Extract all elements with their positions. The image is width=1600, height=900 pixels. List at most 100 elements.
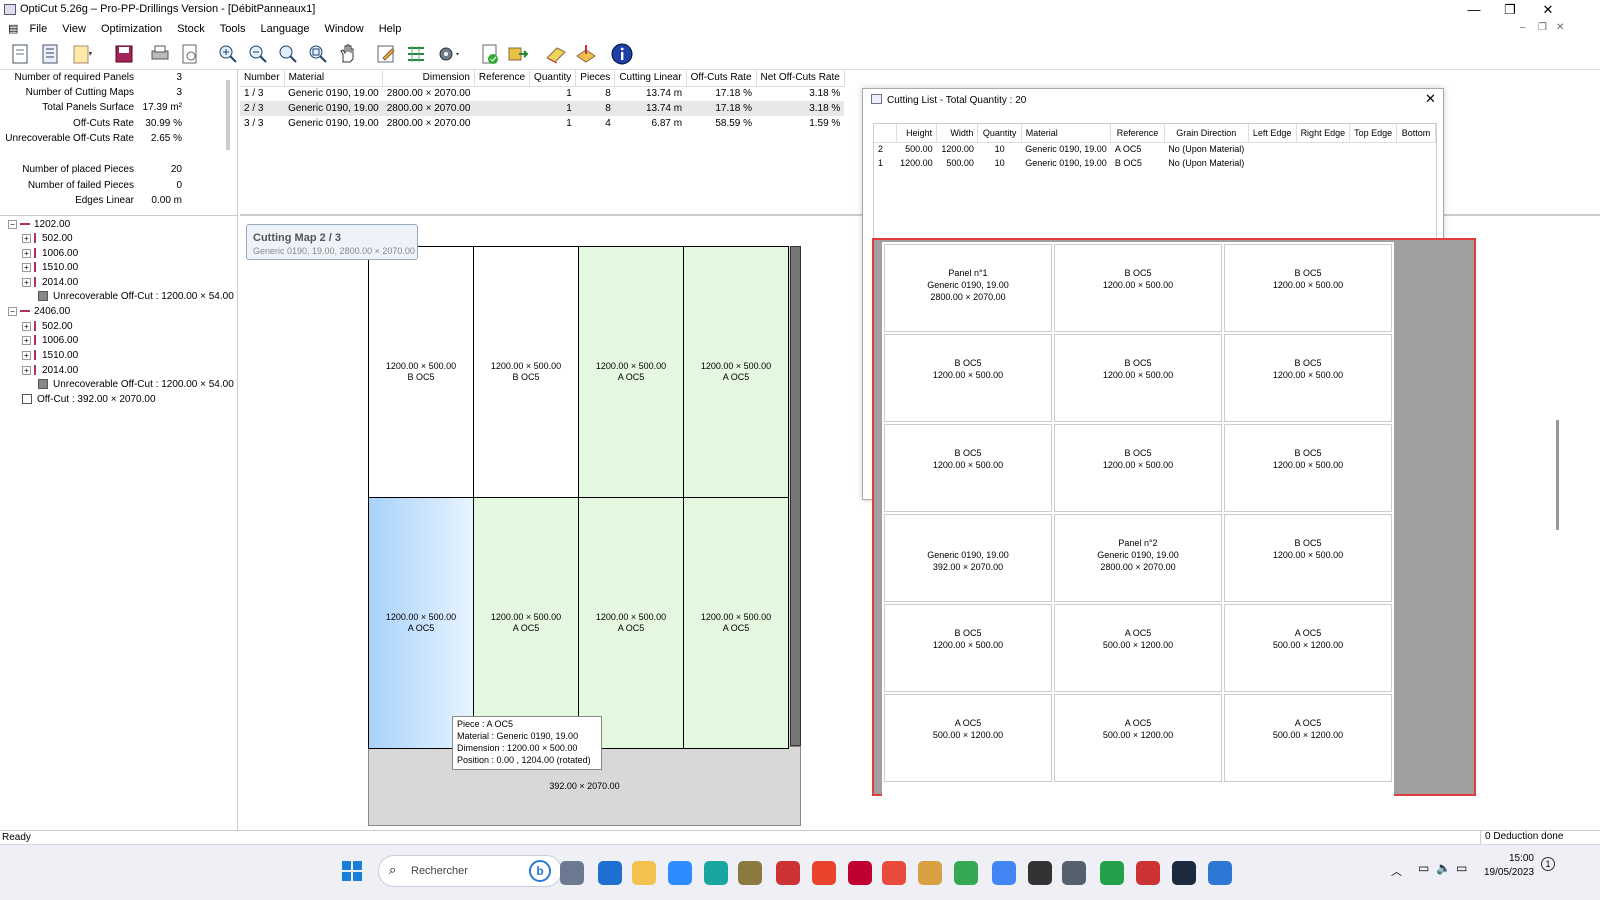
expand-icon[interactable]: + xyxy=(22,365,31,375)
target-app-icon[interactable] xyxy=(1028,861,1052,885)
files-app-icon[interactable] xyxy=(632,861,656,885)
zoom-app-icon[interactable] xyxy=(668,861,692,885)
print-icon[interactable] xyxy=(148,42,172,66)
menu-tools[interactable]: Tools xyxy=(214,20,252,38)
col-offcuts-rate[interactable]: Off-Cuts Rate xyxy=(686,70,757,87)
clock-date[interactable]: 19/05/2023 xyxy=(1484,867,1534,878)
mdi-minimize-icon[interactable]: – xyxy=(1520,22,1526,33)
tree-node[interactable]: +1510.00 xyxy=(22,261,78,275)
col-right-edge[interactable]: Right Edge xyxy=(1296,124,1351,143)
piece-label[interactable]: B OC5 1200.00 × 500.00 xyxy=(1224,424,1392,512)
col-index[interactable] xyxy=(874,124,897,143)
table-row-selected[interactable]: 2 / 3 Generic 0190, 19.00 2800.00 × 2070.0… xyxy=(240,101,845,116)
notification-badge[interactable]: 1 xyxy=(1541,857,1555,871)
table-row[interactable]: 2 500.00 1200.00 10 Generic 0190, 19.00 A OC5… xyxy=(874,142,1436,156)
minimize-button[interactable]: — xyxy=(1456,0,1492,20)
chat-app-icon[interactable] xyxy=(1100,861,1124,885)
collapse-icon[interactable]: − xyxy=(8,219,17,229)
tree-node[interactable]: Unrecoverable Off-Cut : 1200.00 × 54.00 xyxy=(38,290,234,304)
expand-icon[interactable]: + xyxy=(22,335,31,345)
collapse-icon[interactable]: − xyxy=(8,306,17,316)
menu-language[interactable]: Language xyxy=(255,20,316,38)
table-row[interactable]: 1 1200.00 500.00 10 Generic 0190, 19.00 B OC5… xyxy=(874,156,1436,170)
keyboard-app-icon[interactable] xyxy=(776,861,800,885)
col-reference[interactable]: Reference xyxy=(1110,124,1165,143)
expand-icon[interactable]: + xyxy=(22,248,31,258)
col-pieces[interactable]: Pieces xyxy=(575,70,616,87)
zoom-in-icon[interactable] xyxy=(216,42,240,66)
cutting-piece[interactable]: 1200.00 × 500.00 A OC5 xyxy=(683,497,789,749)
piece-label[interactable]: B OC5 1200.00 × 500.00 xyxy=(884,604,1052,692)
info-icon[interactable] xyxy=(610,42,634,66)
tree-node[interactable]: +502.00 xyxy=(22,320,73,334)
settings-app-icon[interactable] xyxy=(560,861,584,885)
s-app-icon[interactable] xyxy=(812,861,836,885)
expand-icon[interactable]: + xyxy=(22,233,31,243)
cutting-piece[interactable]: 1200.00 × 500.00 A OC5 xyxy=(368,497,474,749)
cutting-piece[interactable]: 1200.00 × 500.00 A OC5 xyxy=(473,497,579,749)
tree-node[interactable]: +1006.00 xyxy=(22,334,78,348)
open-icon[interactable] xyxy=(70,42,94,66)
zoom-out-icon[interactable] xyxy=(246,42,270,66)
cube-app-icon[interactable] xyxy=(1172,861,1196,885)
menu-help[interactable]: Help xyxy=(373,20,408,38)
stats-scrollbar[interactable] xyxy=(226,80,230,150)
preview-icon[interactable] xyxy=(178,42,202,66)
col-quantity[interactable]: Quantity xyxy=(529,70,577,87)
col-grain-direction[interactable]: Grain Direction xyxy=(1164,124,1249,143)
export-icon[interactable] xyxy=(506,42,530,66)
opticut-app-icon[interactable] xyxy=(1136,861,1160,885)
col-cutting-linear[interactable]: Cutting Linear xyxy=(614,70,687,87)
windows-start-icon[interactable] xyxy=(342,861,362,881)
piece-label[interactable]: B OC5 1200.00 × 500.00 xyxy=(1054,334,1222,422)
tree-node[interactable]: +1510.00 xyxy=(22,349,78,363)
table-row[interactable]: 3 / 3 Generic 0190, 19.00 2800.00 × 2070.0… xyxy=(240,116,844,131)
edit-icon[interactable] xyxy=(374,42,398,66)
chrome-alt-icon[interactable] xyxy=(954,861,978,885)
cutting-piece[interactable]: 1200.00 × 500.00 B OC5 xyxy=(368,246,474,498)
tray-chevron-icon[interactable]: ︿ xyxy=(1391,863,1402,879)
expand-icon[interactable]: + xyxy=(22,262,31,272)
piece-label[interactable]: A OC5 500.00 × 1200.00 xyxy=(1224,694,1392,782)
mail-app-icon[interactable] xyxy=(598,861,622,885)
piece-label[interactable]: A OC5 500.00 × 1200.00 xyxy=(884,694,1052,782)
col-height[interactable]: Height xyxy=(896,124,938,143)
app-icon[interactable] xyxy=(704,861,728,885)
col-width[interactable]: Width xyxy=(936,124,979,143)
dialog-close-icon[interactable]: ✕ xyxy=(1425,91,1436,107)
s-blue-app-icon[interactable] xyxy=(1208,861,1232,885)
col-top-edge[interactable]: Top Edge xyxy=(1349,124,1398,143)
piece-label[interactable]: B OC5 1200.00 × 500.00 xyxy=(884,334,1052,422)
piece-label[interactable]: B OC5 1200.00 × 500.00 xyxy=(1224,514,1392,602)
clock-time[interactable]: 15:00 xyxy=(1508,853,1534,864)
piece-label[interactable]: A OC5 500.00 × 1200.00 xyxy=(1224,604,1392,692)
menu-stock[interactable]: Stock xyxy=(171,20,211,38)
battery-icon[interactable]: ▭ xyxy=(1456,861,1467,875)
settings-icon[interactable] xyxy=(436,42,460,66)
pan-hand-icon[interactable] xyxy=(336,42,360,66)
piece-label[interactable]: A OC5 500.00 × 1200.00 xyxy=(1054,694,1222,782)
n-app-icon[interactable] xyxy=(848,861,872,885)
expand-icon[interactable]: + xyxy=(22,321,31,331)
expand-icon[interactable]: + xyxy=(22,350,31,360)
tree-node[interactable]: Unrecoverable Off-Cut : 1200.00 × 54.00 xyxy=(38,378,234,392)
tree-node[interactable]: − 1202.00 xyxy=(8,218,70,232)
cutting-piece[interactable]: 1200.00 × 500.00 A OC5 xyxy=(578,246,684,498)
piece-label[interactable]: B OC5 1200.00 × 500.00 xyxy=(1054,244,1222,332)
col-material[interactable]: Material xyxy=(284,70,384,87)
save-icon[interactable] xyxy=(112,42,136,66)
vertical-scrollbar[interactable] xyxy=(1556,420,1559,530)
piece-label[interactable]: B OC5 1200.00 × 500.00 xyxy=(1054,424,1222,512)
maximize-button[interactable]: ❐ xyxy=(1492,0,1528,20)
col-left-edge[interactable]: Left Edge xyxy=(1248,124,1297,143)
expand-icon[interactable]: + xyxy=(22,277,31,287)
mdi-restore-icon[interactable]: ❐ xyxy=(1538,22,1547,33)
stock-icon[interactable] xyxy=(574,42,598,66)
tool-app-icon[interactable] xyxy=(738,861,762,885)
network-icon[interactable]: ▭ xyxy=(1418,861,1429,875)
optimize-icon[interactable] xyxy=(404,42,428,66)
tree-node[interactable]: Off-Cut : 392.00 × 2070.00 xyxy=(22,393,156,407)
piece-label[interactable]: Panel n°2 Generic 0190, 19.00 2800.00 × 20… xyxy=(1054,514,1222,602)
new-icon[interactable] xyxy=(8,42,32,66)
zoom-fit-icon[interactable] xyxy=(276,42,300,66)
